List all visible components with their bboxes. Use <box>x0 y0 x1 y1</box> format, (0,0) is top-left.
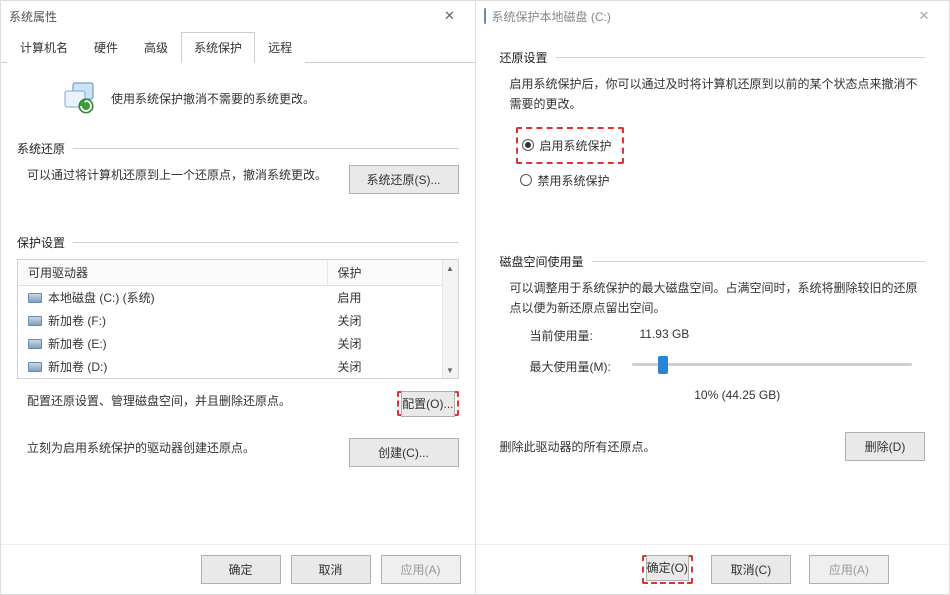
content-area: 还原设置 启用系统保护后，你可以通过及时将计算机还原到以前的某个状态点来撤消不需… <box>476 31 950 544</box>
dialog-buttons: 确定 取消 应用(A) <box>1 544 475 594</box>
drive-name: 新加卷 (D:) <box>48 358 107 375</box>
delete-button[interactable]: 删除(D) <box>845 432 925 461</box>
delete-restore-points-text: 删除此驱动器的所有还原点。 <box>500 438 656 455</box>
drives-list: 可用驱动器 保护 本地磁盘 (C:) (系统) 启用 新加卷 (F:) 关闭 新… <box>17 259 459 379</box>
highlight-frame: 确定(O) <box>642 555 693 584</box>
ok-button[interactable]: 确定(O) <box>646 555 689 581</box>
max-usage-label: 最大使用量(M): <box>530 358 622 375</box>
drive-icon <box>28 339 42 349</box>
drives-col-status[interactable]: 保护 <box>328 260 458 285</box>
section-header-restore: 系统还原 <box>17 140 459 157</box>
cancel-button[interactable]: 取消(C) <box>711 555 791 584</box>
system-protection-icon <box>61 79 97 118</box>
drive-row[interactable]: 新加卷 (F:) 关闭 <box>18 309 458 332</box>
tab-computer-name[interactable]: 计算机名 <box>7 32 81 63</box>
cancel-button[interactable]: 取消 <box>291 555 371 584</box>
drive-name: 新加卷 (E:) <box>48 335 107 352</box>
radio-enable-label: 启用系统保护 <box>540 137 612 154</box>
section-label: 还原设置 <box>500 49 548 66</box>
titlebar: 系统保护本地磁盘 (C:) ✕ <box>476 1 950 31</box>
tab-remote[interactable]: 远程 <box>255 32 305 63</box>
section-header-disk-usage: 磁盘空间使用量 <box>500 253 926 270</box>
create-description: 立刻为启用系统保护的驱动器创建还原点。 <box>27 438 333 458</box>
section-label: 磁盘空间使用量 <box>500 253 584 270</box>
drive-name: 新加卷 (F:) <box>48 312 106 329</box>
slider-thumb-icon[interactable] <box>658 356 668 374</box>
intro-text: 使用系统保护撤消不需要的系统更改。 <box>111 90 315 107</box>
configure-description: 配置还原设置、管理磁盘空间，并且删除还原点。 <box>27 391 381 411</box>
apply-button[interactable]: 应用(A) <box>381 555 461 584</box>
configure-button[interactable]: 配置(O)... <box>401 391 454 417</box>
max-usage-slider[interactable] <box>632 354 912 374</box>
drive-icon <box>484 9 486 23</box>
slider-value-label: 10% (44.25 GB) <box>550 388 926 402</box>
drive-row[interactable]: 新加卷 (E:) 关闭 <box>18 332 458 355</box>
tab-system-protection[interactable]: 系统保护 <box>181 32 255 63</box>
dialog-buttons: 确定(O) 取消(C) 应用(A) <box>476 544 950 594</box>
window-title: 系统保护本地磁盘 (C:) <box>492 8 611 25</box>
titlebar: 系统属性 ✕ <box>1 1 475 31</box>
drives-col-name[interactable]: 可用驱动器 <box>18 260 328 285</box>
drive-status: 关闭 <box>328 311 458 330</box>
tab-hardware[interactable]: 硬件 <box>81 32 131 63</box>
section-header-settings: 保护设置 <box>17 234 459 251</box>
restore-description: 可以通过将计算机还原到上一个还原点，撤消系统更改。 <box>27 165 333 185</box>
current-usage-value: 11.93 GB <box>640 327 690 344</box>
drive-name: 本地磁盘 (C:) (系统) <box>48 289 155 306</box>
drive-icon <box>28 316 42 326</box>
close-icon[interactable]: ✕ <box>433 4 467 28</box>
drive-status: 启用 <box>328 288 458 307</box>
highlight-frame: 配置(O)... <box>397 391 458 416</box>
window-title: 系统属性 <box>9 8 57 25</box>
drive-icon <box>28 293 42 303</box>
drive-row[interactable]: 本地磁盘 (C:) (系统) 启用 <box>18 286 458 309</box>
section-header-restore-settings: 还原设置 <box>500 49 926 66</box>
drive-status: 关闭 <box>328 357 458 376</box>
apply-button[interactable]: 应用(A) <box>809 555 889 584</box>
highlight-frame: 启用系统保护 <box>516 127 624 164</box>
radio-disable-label: 禁用系统保护 <box>538 172 610 189</box>
ok-button[interactable]: 确定 <box>201 555 281 584</box>
system-properties-window: 系统属性 ✕ 计算机名 硬件 高级 系统保护 远程 使用系统保护撤消不需要的系统… <box>0 0 476 595</box>
scroll-up-icon[interactable]: ▲ <box>443 260 458 276</box>
radio-disable-protection[interactable] <box>520 174 532 186</box>
drive-status: 关闭 <box>328 334 458 353</box>
close-icon[interactable]: ✕ <box>907 4 941 28</box>
radio-enable-protection[interactable] <box>522 139 534 151</box>
content-area: 使用系统保护撤消不需要的系统更改。 系统还原 可以通过将计算机还原到上一个还原点… <box>1 63 475 544</box>
current-usage-label: 当前使用量: <box>530 327 620 344</box>
section-label-settings: 保护设置 <box>17 234 65 251</box>
tab-advanced[interactable]: 高级 <box>131 32 181 63</box>
drives-scrollbar[interactable]: ▲ ▼ <box>442 260 458 378</box>
disk-usage-desc: 可以调整用于系统保护的最大磁盘空间。占满空间时，系统将删除较旧的还原点以便为新还… <box>500 278 926 319</box>
tab-strip: 计算机名 硬件 高级 系统保护 远程 <box>1 31 475 63</box>
restore-settings-desc: 启用系统保护后，你可以通过及时将计算机还原到以前的某个状态点来撤消不需要的更改。 <box>500 74 926 115</box>
create-button[interactable]: 创建(C)... <box>349 438 459 467</box>
drive-row[interactable]: 新加卷 (D:) 关闭 <box>18 355 458 378</box>
system-protection-config-window: 系统保护本地磁盘 (C:) ✕ 还原设置 启用系统保护后，你可以通过及时将计算机… <box>476 0 950 595</box>
scroll-down-icon[interactable]: ▼ <box>443 362 458 378</box>
section-label-restore: 系统还原 <box>17 140 65 157</box>
drive-icon <box>28 362 42 372</box>
system-restore-button[interactable]: 系统还原(S)... <box>349 165 459 194</box>
